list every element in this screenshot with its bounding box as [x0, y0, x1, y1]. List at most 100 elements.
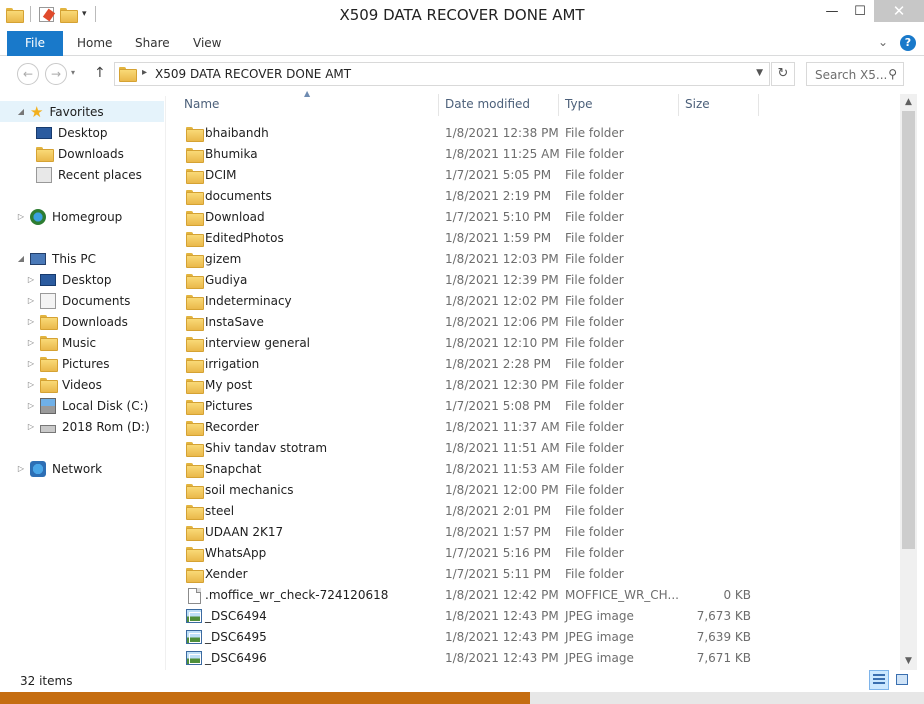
scroll-down-icon[interactable]: ▼ — [900, 653, 917, 670]
collapse-icon[interactable]: ◢ — [16, 107, 26, 116]
expand-icon[interactable]: ▷ — [26, 296, 36, 305]
details-view-button[interactable] — [869, 670, 889, 690]
tab-share[interactable]: Share — [135, 31, 170, 56]
table-row[interactable]: bhaibandh 1/8/2021 12:38 PM File folder — [170, 123, 760, 144]
table-row[interactable]: Bhumika 1/8/2021 11:25 AM File folder — [170, 144, 760, 165]
folder-icon — [186, 420, 204, 436]
column-header-size[interactable]: Size — [685, 90, 710, 118]
table-row[interactable]: gizem 1/8/2021 12:03 PM File folder — [170, 249, 760, 270]
table-row[interactable]: irrigation 1/8/2021 2:28 PM File folder — [170, 354, 760, 375]
table-row[interactable]: Indeterminacy 1/8/2021 12:02 PM File folde… — [170, 291, 760, 312]
scroll-up-icon[interactable]: ▲ — [900, 94, 917, 111]
address-bar[interactable]: ▸ X509 DATA RECOVER DONE AMT ▼ — [114, 62, 770, 86]
expand-icon[interactable]: ▷ — [26, 422, 36, 431]
table-row[interactable]: Snapchat 1/8/2021 11:53 AM File folder — [170, 459, 760, 480]
table-row[interactable]: _DSC6495 1/8/2021 12:43 PM JPEG image 7,639… — [170, 627, 760, 648]
nav-fav-downloads[interactable]: Downloads — [36, 143, 124, 164]
nav-this-pc[interactable]: ◢ This PC — [16, 248, 96, 269]
file-type: File folder — [565, 462, 624, 476]
file-type: File folder — [565, 168, 624, 182]
nav-label: This PC — [52, 251, 96, 266]
nav-pc-desktop[interactable]: ▷ Desktop — [26, 269, 112, 290]
address-dropdown-icon[interactable]: ▼ — [756, 68, 763, 78]
tab-view[interactable]: View — [193, 31, 221, 56]
column-divider[interactable] — [678, 94, 679, 116]
expand-icon[interactable]: ▷ — [26, 359, 36, 368]
table-row[interactable]: My post 1/8/2021 12:30 PM File folder — [170, 375, 760, 396]
back-button[interactable]: ← — [17, 63, 39, 85]
breadcrumb-chevron-icon[interactable]: ▸ — [142, 67, 147, 78]
minimize-button[interactable]: — — [818, 0, 846, 22]
table-row[interactable]: steel 1/8/2021 2:01 PM File folder — [170, 501, 760, 522]
recent-locations-icon[interactable]: ▾ — [71, 68, 75, 77]
table-row[interactable]: Xender 1/7/2021 5:11 PM File folder — [170, 564, 760, 585]
table-row[interactable]: Gudiya 1/8/2021 12:39 PM File folder — [170, 270, 760, 291]
column-header-name[interactable]: Name — [184, 90, 219, 118]
tab-file[interactable]: File — [7, 31, 63, 56]
breadcrumb-path[interactable]: X509 DATA RECOVER DONE AMT — [155, 67, 351, 81]
expand-icon[interactable]: ▷ — [26, 317, 36, 326]
table-row[interactable]: _DSC6496 1/8/2021 12:43 PM JPEG image 7,671… — [170, 648, 760, 669]
expand-icon[interactable]: ▷ — [26, 380, 36, 389]
file-name: irrigation — [205, 357, 260, 371]
refresh-button[interactable]: ↻ — [771, 62, 795, 86]
hard-drive-icon — [40, 397, 56, 414]
expand-ribbon-icon[interactable]: ⌄ — [878, 35, 888, 51]
expand-icon[interactable]: ▷ — [16, 464, 26, 473]
help-icon[interactable]: ? — [900, 35, 916, 51]
nav-homegroup[interactable]: ▷ Homegroup — [16, 206, 122, 227]
nav-local-disk-c[interactable]: ▷ Local Disk (C:) — [26, 395, 148, 416]
search-input[interactable]: Search X5... ⚲ — [806, 62, 904, 86]
nav-favorites[interactable]: ◢ ★ Favorites — [0, 101, 164, 122]
search-icon[interactable]: ⚲ — [888, 67, 897, 81]
nav-pc-videos[interactable]: ▷ Videos — [26, 374, 102, 395]
expand-icon[interactable]: ▷ — [26, 401, 36, 410]
up-button[interactable]: ↑ — [94, 65, 106, 81]
downloads-icon — [36, 146, 54, 162]
column-divider[interactable] — [758, 94, 759, 116]
forward-button[interactable]: → — [45, 63, 67, 85]
column-divider[interactable] — [438, 94, 439, 116]
nav-network[interactable]: ▷ Network — [16, 458, 102, 479]
nav-drive-d[interactable]: ▷ 2018 Rom (D:) — [26, 416, 150, 437]
nav-recent-places[interactable]: Recent places — [36, 164, 142, 185]
table-row[interactable]: documents 1/8/2021 2:19 PM File folder — [170, 186, 760, 207]
file-date: 1/8/2021 11:37 AM — [445, 420, 560, 434]
table-row[interactable]: soil mechanics 1/8/2021 12:00 PM File fold… — [170, 480, 760, 501]
collapse-icon[interactable]: ◢ — [16, 254, 26, 263]
table-row[interactable]: _DSC6494 1/8/2021 12:43 PM JPEG image 7,673… — [170, 606, 760, 627]
ribbon-controls: ⌄ ? — [878, 35, 916, 51]
table-row[interactable]: Recorder 1/8/2021 11:37 AM File folder — [170, 417, 760, 438]
nav-label: Videos — [62, 377, 102, 392]
tab-home[interactable]: Home — [77, 31, 112, 56]
table-row[interactable]: WhatsApp 1/7/2021 5:16 PM File folder — [170, 543, 760, 564]
nav-pc-downloads[interactable]: ▷ Downloads — [26, 311, 128, 332]
file-name: Indeterminacy — [205, 294, 292, 308]
close-button[interactable]: ✕ — [874, 0, 924, 22]
expand-icon[interactable]: ▷ — [26, 338, 36, 347]
table-row[interactable]: EditedPhotos 1/8/2021 1:59 PM File folder — [170, 228, 760, 249]
expand-icon[interactable]: ▷ — [26, 275, 36, 284]
maximize-button[interactable]: ☐ — [846, 0, 874, 22]
nav-pc-pictures[interactable]: ▷ Pictures — [26, 353, 110, 374]
table-row[interactable]: .moffice_wr_check-724120618 1/8/2021 12:4… — [170, 585, 760, 606]
column-divider[interactable] — [558, 94, 559, 116]
folder-icon — [186, 441, 204, 457]
table-row[interactable]: Pictures 1/7/2021 5:08 PM File folder — [170, 396, 760, 417]
column-header-type[interactable]: Type — [565, 90, 593, 118]
vertical-scrollbar[interactable]: ▲ ▼ — [900, 94, 917, 670]
file-type: File folder — [565, 357, 624, 371]
nav-pc-documents[interactable]: ▷ Documents — [26, 290, 130, 311]
table-row[interactable]: UDAAN 2K17 1/8/2021 1:57 PM File folder — [170, 522, 760, 543]
table-row[interactable]: DCIM 1/7/2021 5:05 PM File folder — [170, 165, 760, 186]
table-row[interactable]: interview general 1/8/2021 12:10 PM File f… — [170, 333, 760, 354]
table-row[interactable]: InstaSave 1/8/2021 12:06 PM File folder — [170, 312, 760, 333]
large-icons-view-button[interactable] — [892, 670, 912, 690]
scrollbar-thumb[interactable] — [902, 111, 915, 549]
table-row[interactable]: Shiv tandav stotram 1/8/2021 11:51 AM File… — [170, 438, 760, 459]
nav-fav-desktop[interactable]: Desktop — [36, 122, 108, 143]
nav-pc-music[interactable]: ▷ Music — [26, 332, 96, 353]
table-row[interactable]: Download 1/7/2021 5:10 PM File folder — [170, 207, 760, 228]
column-header-date[interactable]: Date modified — [445, 90, 530, 118]
expand-icon[interactable]: ▷ — [16, 212, 26, 221]
